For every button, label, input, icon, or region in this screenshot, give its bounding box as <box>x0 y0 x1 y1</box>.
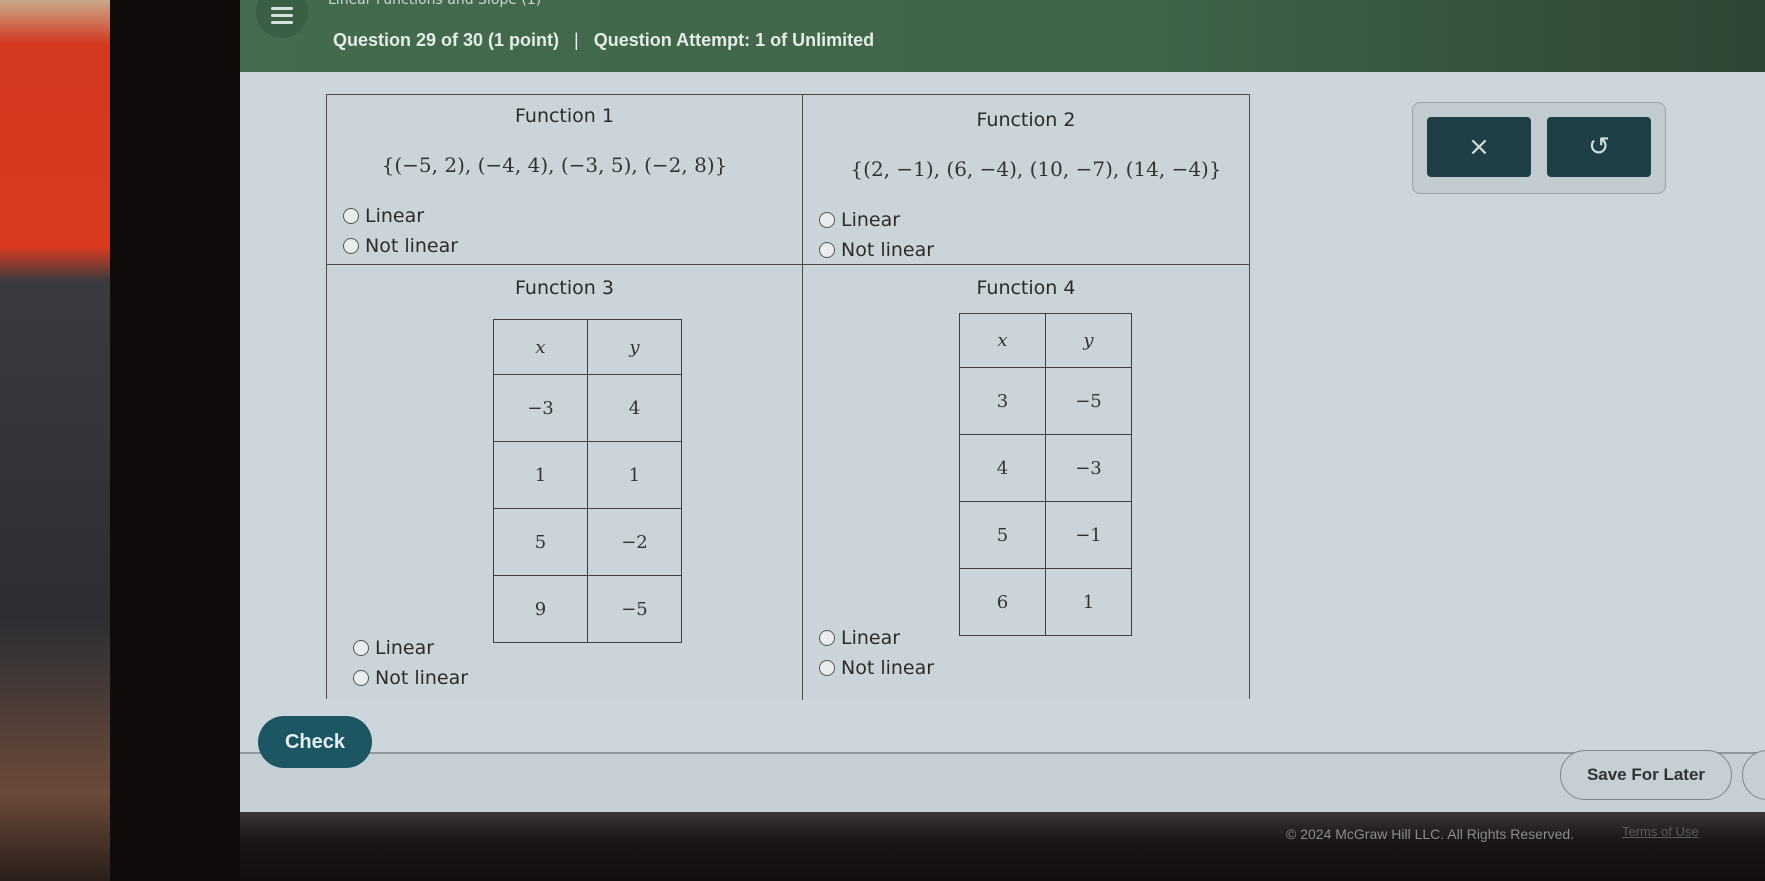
function-title: Function 3 <box>515 277 614 299</box>
question-number: Question 29 of 30 (1 point) <box>333 30 560 50</box>
cell-y: −3 <box>1045 434 1132 502</box>
option-label: Linear <box>375 637 435 659</box>
breadcrumb: Linear Functions and Slope (1) <box>328 0 542 8</box>
radio-button[interactable] <box>353 670 369 686</box>
hamburger-icon-line <box>271 20 293 24</box>
separator: | <box>574 30 579 50</box>
radio-button[interactable] <box>819 242 835 258</box>
function-title: Function 2 <box>976 109 1076 131</box>
function-set: {(2, −1), (6, −4), (10, −7), (14, −4)} <box>850 157 1222 181</box>
table-row: 4 −3 <box>959 434 1132 502</box>
question-content: Function 1 {(−5, 2), (−4, 4), (−3, 5), (… <box>240 72 1765 754</box>
hamburger-icon <box>271 6 293 10</box>
cell-y: −2 <box>587 508 682 576</box>
column-header-x: x <box>959 313 1046 368</box>
option-label: Linear <box>841 209 901 231</box>
cell-y: −5 <box>587 575 682 643</box>
function-4-table: x y 3 −5 4 −3 5 −1 6 1 <box>959 313 1132 636</box>
terms-of-use-link[interactable]: Terms of Use <box>1622 824 1699 839</box>
option-label: Not linear <box>365 235 459 257</box>
cell-x: 3 <box>959 367 1046 435</box>
functions-grid: Function 1 {(−5, 2), (−4, 4), (−3, 5), (… <box>326 94 1250 700</box>
radio-button[interactable] <box>819 212 835 228</box>
option-linear[interactable]: Linear <box>819 205 934 235</box>
cell-y: 1 <box>1045 568 1132 636</box>
option-label: Not linear <box>841 239 935 261</box>
table-header-row: x y <box>493 319 682 375</box>
option-linear[interactable]: Linear <box>819 623 934 653</box>
menu-button[interactable] <box>256 0 308 38</box>
cell-x: 5 <box>493 508 588 576</box>
clear-button[interactable]: × <box>1427 117 1531 177</box>
function-2-options: Linear Not linear <box>819 205 934 265</box>
option-not-linear[interactable]: Not linear <box>353 663 468 693</box>
radio-button[interactable] <box>819 660 835 676</box>
check-button[interactable]: Check <box>258 716 372 768</box>
monitor-bezel <box>110 0 245 881</box>
table-row: −3 4 <box>493 374 682 442</box>
answer-tools: × ↺ <box>1412 102 1666 194</box>
table-row: 3 −5 <box>959 367 1132 435</box>
hamburger-icon-line <box>271 13 293 17</box>
cell-y: 1 <box>587 441 682 509</box>
cell-x: −3 <box>493 374 588 442</box>
photo-background <box>0 0 110 881</box>
function-1-options: Linear Not linear <box>343 201 458 261</box>
screen: Linear Functions and Slope (1) Question … <box>240 0 1765 881</box>
attempt-info: Question Attempt: 1 of Unlimited <box>593 30 875 50</box>
column-header-y: y <box>587 319 682 375</box>
function-2-cell: Function 2 {(2, −1), (6, −4), (10, −7), … <box>803 95 1249 265</box>
cell-x: 5 <box>959 501 1046 569</box>
copyright-text: © 2024 McGraw Hill LLC. All Rights Reser… <box>1286 826 1575 842</box>
function-1-cell: Function 1 {(−5, 2), (−4, 4), (−3, 5), (… <box>327 95 803 265</box>
function-3-table: x y −3 4 1 1 5 −2 9 −5 <box>493 319 682 643</box>
table-row: 5 −2 <box>493 508 682 576</box>
radio-button[interactable] <box>343 208 359 224</box>
function-3-cell: Function 3 x y −3 4 1 1 5 −2 9 −5 Linear… <box>327 265 803 700</box>
undo-button[interactable]: ↺ <box>1547 117 1651 177</box>
option-label: Linear <box>841 627 901 649</box>
table-row: 6 1 <box>959 568 1132 636</box>
cell-y: −5 <box>1045 367 1132 435</box>
table-row: 1 1 <box>493 441 682 509</box>
function-4-options: Linear Not linear <box>819 623 934 683</box>
cell-x: 6 <box>959 568 1046 636</box>
option-not-linear[interactable]: Not linear <box>819 235 934 265</box>
cell-x: 9 <box>493 575 588 643</box>
header-bar: Linear Functions and Slope (1) Question … <box>240 0 1765 72</box>
cell-x: 1 <box>493 441 588 509</box>
question-info: Question 29 of 30 (1 point) | Question A… <box>333 30 874 51</box>
function-set: {(−5, 2), (−4, 4), (−3, 5), (−2, 8)} <box>381 153 728 177</box>
cell-x: 4 <box>959 434 1046 502</box>
function-4-cell: Function 4 x y 3 −5 4 −3 5 −1 6 1 Linear… <box>803 265 1249 700</box>
column-header-x: x <box>493 319 588 375</box>
option-not-linear[interactable]: Not linear <box>819 653 934 683</box>
cell-y: −1 <box>1045 501 1132 569</box>
option-label: Linear <box>365 205 425 227</box>
function-3-options: Linear Not linear <box>353 633 468 693</box>
option-label: Not linear <box>375 667 469 689</box>
close-icon: × <box>1468 132 1490 162</box>
page-footer: © 2024 McGraw Hill LLC. All Rights Reser… <box>240 812 1765 881</box>
option-linear[interactable]: Linear <box>353 633 468 663</box>
radio-button[interactable] <box>353 640 369 656</box>
table-row: 9 −5 <box>493 575 682 643</box>
save-for-later-button[interactable]: Save For Later <box>1560 750 1732 800</box>
option-linear[interactable]: Linear <box>343 201 458 231</box>
function-title: Function 1 <box>515 105 614 127</box>
option-label: Not linear <box>841 657 935 679</box>
radio-button[interactable] <box>819 630 835 646</box>
divider <box>240 752 1765 754</box>
function-title: Function 4 <box>976 277 1076 299</box>
cell-y: 4 <box>587 374 682 442</box>
table-header-row: x y <box>959 313 1132 368</box>
undo-icon: ↺ <box>1588 132 1610 162</box>
column-header-y: y <box>1045 313 1132 368</box>
radio-button[interactable] <box>343 238 359 254</box>
submit-button-partial[interactable] <box>1742 750 1765 800</box>
option-not-linear[interactable]: Not linear <box>343 231 458 261</box>
table-row: 5 −1 <box>959 501 1132 569</box>
